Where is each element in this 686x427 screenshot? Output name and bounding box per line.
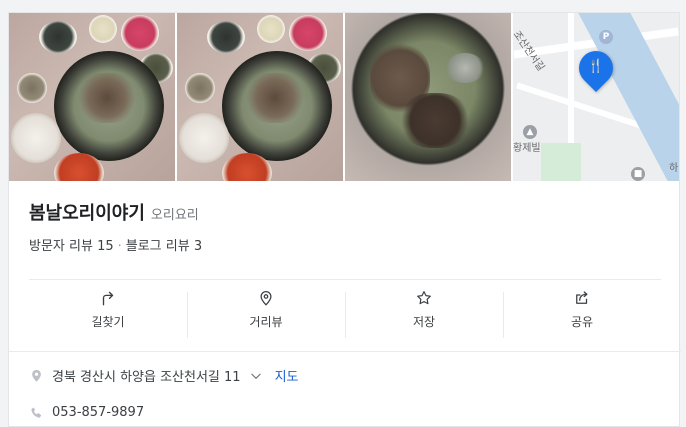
street-view-button[interactable]: 거리뷰 bbox=[187, 280, 345, 338]
map-link[interactable]: 지도 bbox=[275, 366, 299, 385]
location-pin-icon bbox=[260, 290, 272, 306]
divider bbox=[9, 351, 681, 352]
save-label: 저장 bbox=[412, 314, 436, 329]
star-icon bbox=[417, 290, 431, 304]
action-bar: 길찾기 거리뷰 저장 공유 bbox=[29, 280, 661, 338]
place-category: 오리요리 bbox=[150, 208, 199, 223]
map-thumbnail[interactable]: 조산천서길 황제빌 하 P ▲ ■ 🍴 bbox=[513, 13, 679, 181]
place-card: 조산천서길 황제빌 하 P ▲ ■ 🍴 봄날오리이야기 오리요리 방문자 리뷰 … bbox=[8, 12, 681, 427]
share-label: 공유 bbox=[570, 314, 594, 329]
directions-label: 길찾기 bbox=[91, 314, 125, 329]
poi-icon: ■ bbox=[631, 167, 645, 181]
parking-badge: P bbox=[599, 30, 613, 44]
address-row: 경북 경산시 하양읍 조산천서길 11 지도 bbox=[29, 366, 298, 385]
save-button[interactable]: 저장 bbox=[345, 280, 503, 338]
food-photo-3[interactable] bbox=[345, 13, 511, 181]
review-counts: 방문자 리뷰 15 · 블로그 리뷰 3 bbox=[29, 235, 202, 254]
phone-row: 053-857-9897 bbox=[29, 405, 144, 420]
review-separator: · bbox=[117, 239, 122, 254]
map-building-label: 황제빌 bbox=[513, 143, 541, 154]
place-name[interactable]: 봄날오리이야기 bbox=[29, 199, 145, 225]
blog-reviews-link[interactable]: 블로그 리뷰 3 bbox=[126, 239, 202, 254]
title-row: 봄날오리이야기 오리요리 bbox=[29, 199, 199, 225]
photo-strip: 조산천서길 황제빌 하 P ▲ ■ 🍴 bbox=[9, 13, 681, 181]
food-photo-1[interactable] bbox=[9, 13, 175, 181]
address-text[interactable]: 경북 경산시 하양읍 조산천서길 11 bbox=[52, 366, 241, 385]
directions-icon bbox=[102, 291, 114, 305]
phone-number[interactable]: 053-857-9897 bbox=[52, 405, 144, 420]
chevron-down-icon[interactable] bbox=[249, 369, 263, 383]
address-pin-icon bbox=[32, 369, 41, 382]
directions-button[interactable]: 길찾기 bbox=[29, 280, 187, 338]
map-edge-label: 하 bbox=[669, 163, 679, 174]
share-icon bbox=[576, 290, 588, 304]
food-photo-2[interactable] bbox=[177, 13, 343, 181]
fork-knife-icon: 🍴 bbox=[587, 59, 605, 74]
phone-icon bbox=[31, 407, 42, 418]
visitor-reviews-link[interactable]: 방문자 리뷰 15 bbox=[29, 239, 114, 254]
share-button[interactable]: 공유 bbox=[503, 280, 661, 338]
street-view-label: 거리뷰 bbox=[249, 314, 283, 329]
building-poi-icon: ▲ bbox=[523, 125, 537, 139]
